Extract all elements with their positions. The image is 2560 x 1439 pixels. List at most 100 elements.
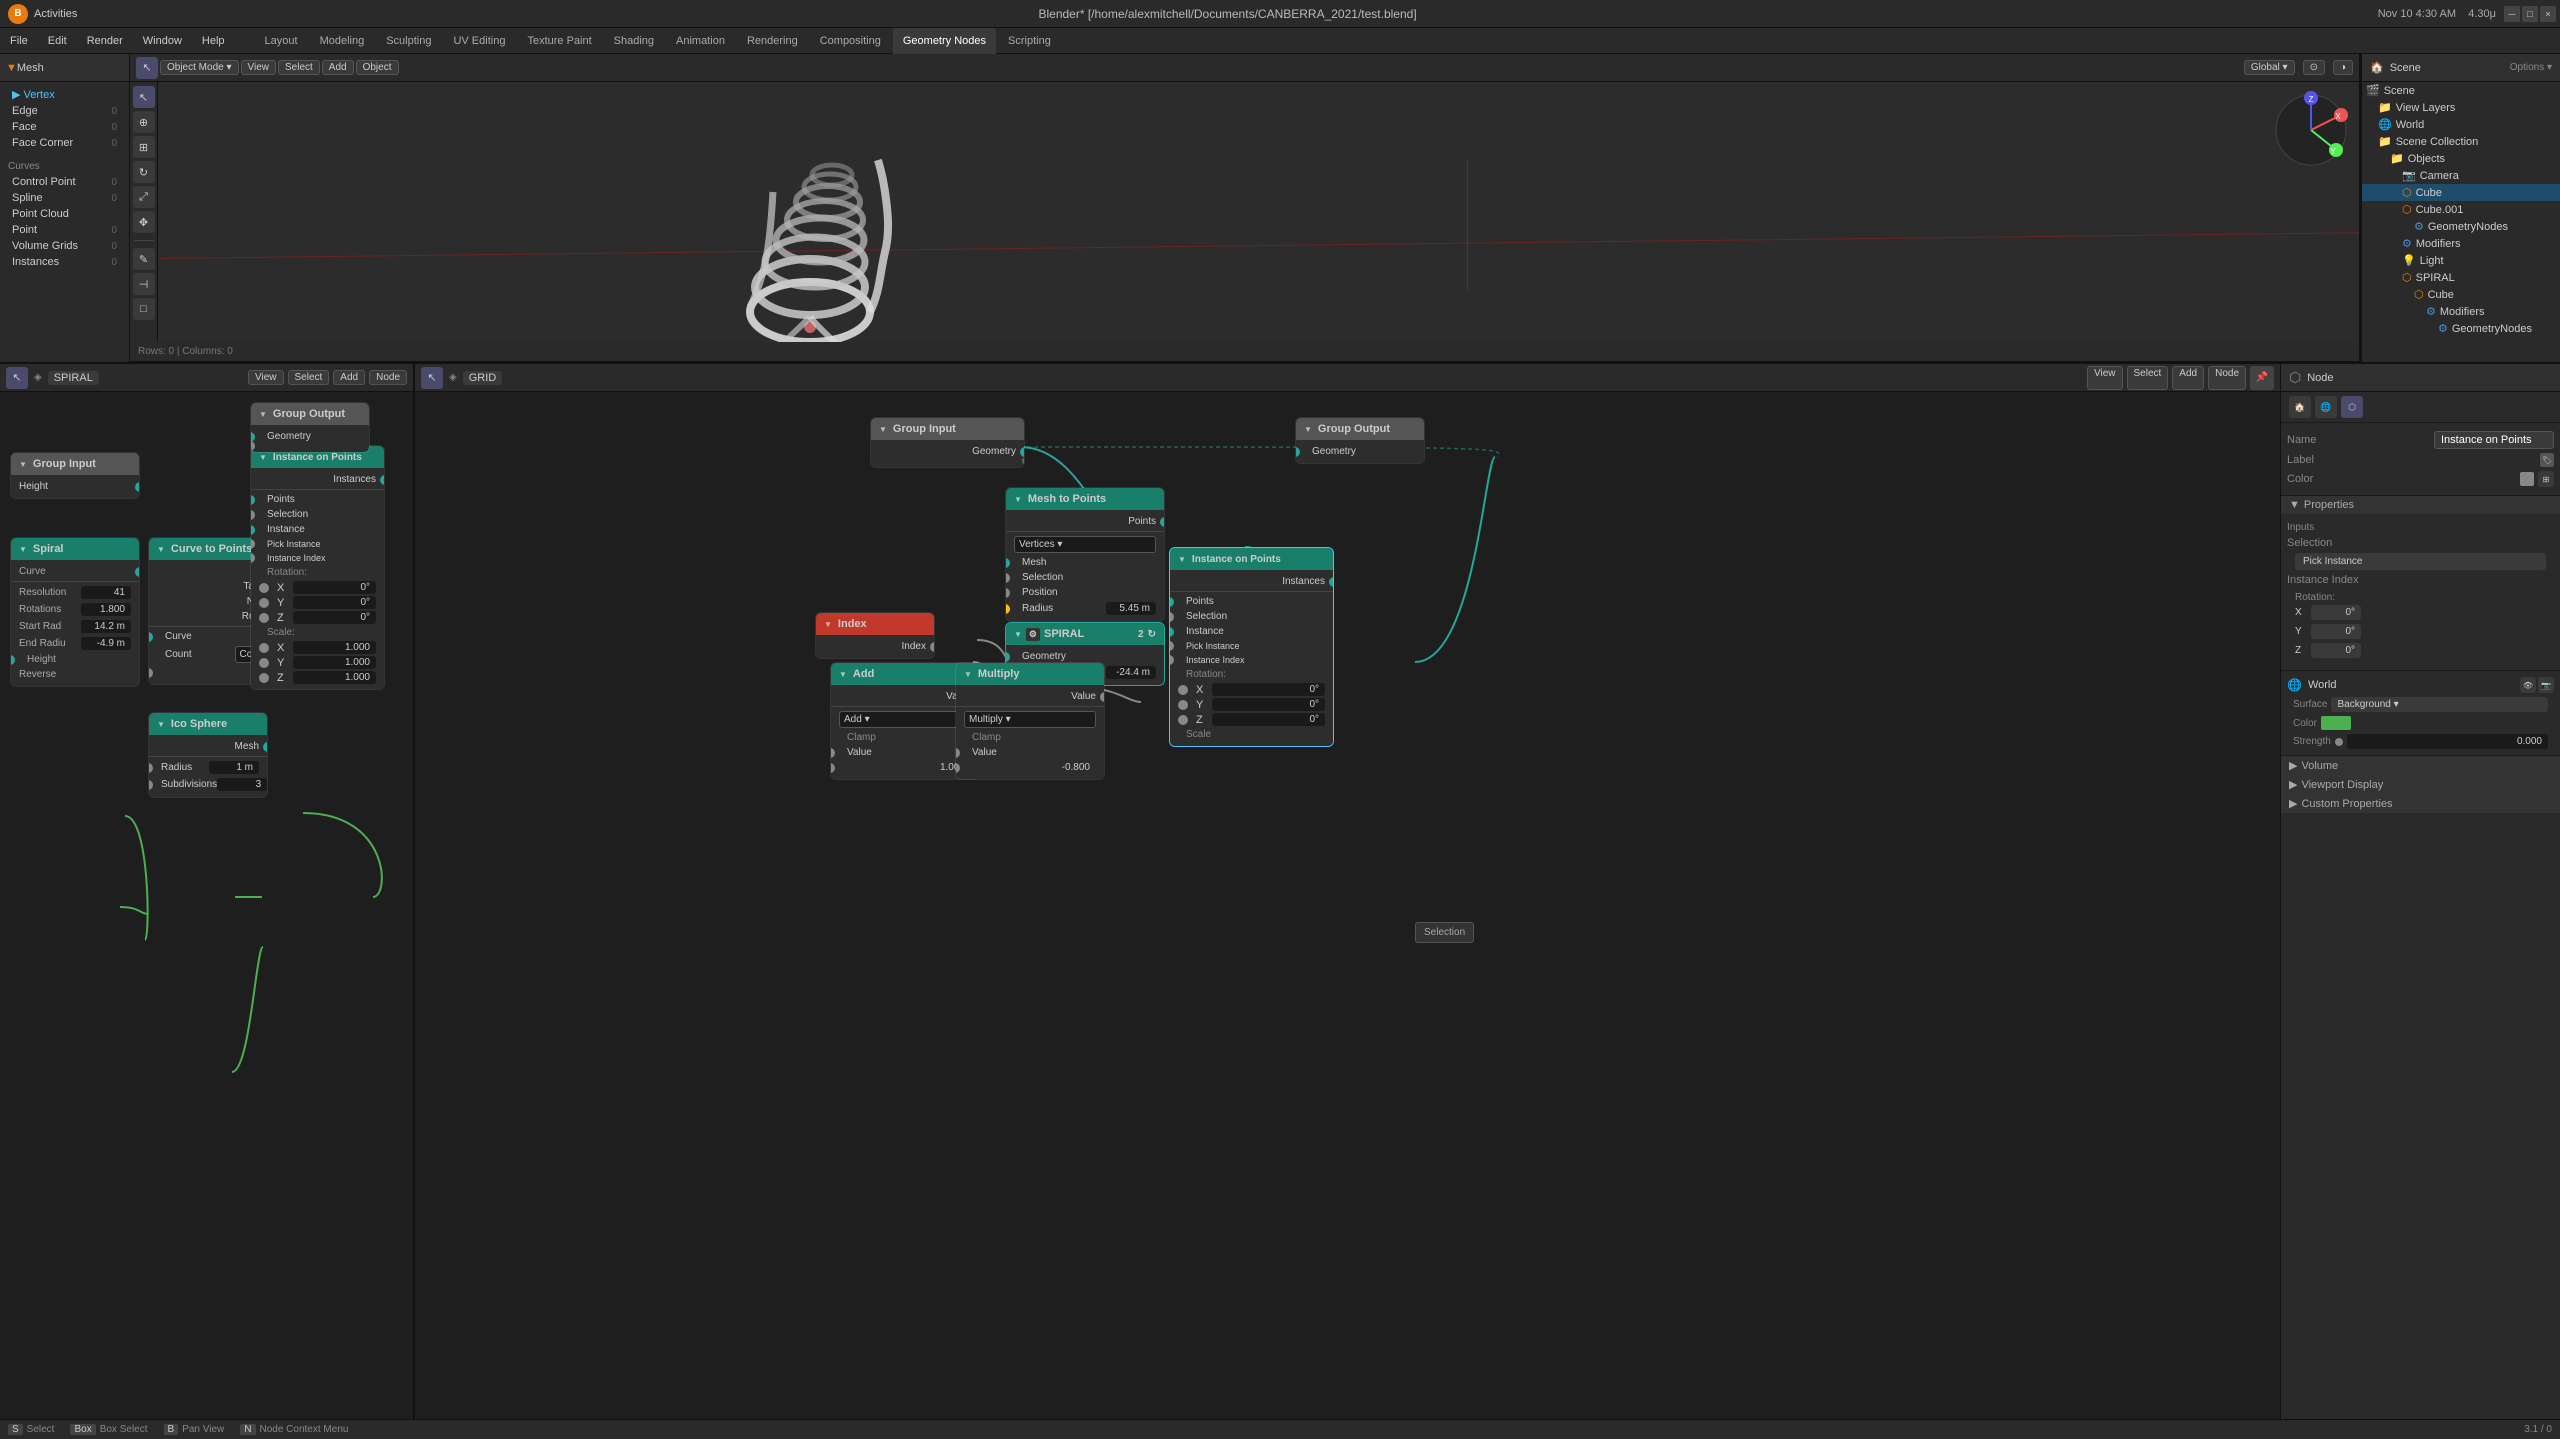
grid-ne-view[interactable]: View: [2087, 366, 2123, 390]
strength-value[interactable]: 0.000: [2347, 734, 2548, 749]
mtp-mode-dropdown[interactable]: Vertices ▾: [1006, 534, 1164, 555]
prop-vertex[interactable]: ▶ Vertex: [4, 86, 125, 103]
menu-window[interactable]: Window: [133, 28, 192, 53]
viewport-shading[interactable]: ◑: [2333, 60, 2353, 75]
tree-scene-collection[interactable]: 📁 Scene Collection: [2362, 133, 2560, 150]
tree-world[interactable]: 🌐 World: [2362, 116, 2560, 133]
ne-view[interactable]: View: [248, 370, 284, 385]
node-name-field[interactable]: [2434, 431, 2554, 449]
tree-spiral[interactable]: ⬡ SPIRAL: [2362, 269, 2560, 286]
world-render-btn[interactable]: 📷: [2538, 677, 2554, 693]
spiral-instance-on-points-node[interactable]: ▼ Instance on Points Instances Points: [250, 445, 385, 690]
viewport-tool-cursor[interactable]: ↖: [136, 57, 158, 79]
tool-measure[interactable]: ⊣: [133, 273, 155, 295]
prop-point-cloud[interactable]: Point Cloud: [4, 206, 125, 222]
prop-instances[interactable]: Instances0: [4, 254, 125, 270]
tool-annotate[interactable]: ✎: [133, 248, 155, 270]
viewport-view[interactable]: View: [241, 60, 277, 75]
grid-editor-select-tool[interactable]: ↖: [421, 367, 443, 389]
tree-cube[interactable]: ⬡ Cube: [2362, 184, 2560, 201]
grid-ne-node[interactable]: Node: [2208, 366, 2246, 390]
window-controls[interactable]: ─ □ ×: [2504, 6, 2560, 22]
viewport-add[interactable]: Add: [322, 60, 354, 75]
tab-uv-editing[interactable]: UV Editing: [443, 28, 515, 54]
viewport-display-header[interactable]: ▶ Viewport Display: [2281, 775, 2560, 794]
ico-sphere-node[interactable]: ▼ Ico Sphere Mesh Radius 1 m: [148, 712, 268, 798]
volume-section-header[interactable]: ▶ Volume: [2281, 756, 2560, 775]
tool-transform[interactable]: ✥: [133, 211, 155, 233]
tab-modeling[interactable]: Modeling: [310, 28, 375, 54]
ne-add[interactable]: Add: [333, 370, 365, 385]
spiral-group-input-node[interactable]: ▼ Group Input Height: [10, 452, 140, 499]
prop-volume-grids[interactable]: Volume Grids0: [4, 238, 125, 254]
viewport-select[interactable]: Select: [278, 60, 320, 75]
tree-modifiers[interactable]: ⚙ Modifiers: [2362, 235, 2560, 252]
menu-edit[interactable]: Edit: [38, 28, 77, 53]
tab-sculpting[interactable]: Sculpting: [376, 28, 441, 54]
prop-spline[interactable]: Spline0: [4, 190, 125, 206]
tool-add-cube[interactable]: □: [133, 298, 155, 320]
tab-animation[interactable]: Animation: [666, 28, 735, 54]
grid-ne-add[interactable]: Add: [2172, 366, 2204, 390]
tree-modifiers-child[interactable]: ⚙ Modifiers: [2362, 303, 2560, 320]
tab-texture-paint[interactable]: Texture Paint: [517, 28, 601, 54]
grid-pin-button[interactable]: 📌: [2250, 366, 2274, 390]
world-eye-btn[interactable]: 👁: [2520, 677, 2536, 693]
tab-scripting[interactable]: Scripting: [998, 28, 1061, 54]
prop-control-point[interactable]: Control Point0: [4, 174, 125, 190]
menu-help[interactable]: Help: [192, 28, 235, 53]
tab-rendering[interactable]: Rendering: [737, 28, 808, 54]
spiral-node[interactable]: ▼ Spiral Curve Resolution 41: [10, 537, 140, 687]
rp-node-btn[interactable]: ⬡: [2341, 396, 2363, 418]
tree-geometry-nodes-1[interactable]: ⚙ GeometryNodes: [2362, 218, 2560, 235]
pick-instance-field[interactable]: Pick Instance: [2295, 553, 2546, 570]
spiral-group-output-node[interactable]: ▼ Group Output Geometry: [250, 402, 370, 453]
tree-cube-child[interactable]: ⬡ Cube: [2362, 286, 2560, 303]
tree-view-layers[interactable]: 📁 View Layers: [2362, 99, 2560, 116]
menu-file[interactable]: File: [0, 28, 38, 53]
tree-scene[interactable]: 🎬 Scene: [2362, 82, 2560, 99]
mul-mode-dropdown[interactable]: Multiply ▾: [956, 709, 1104, 730]
tool-rotate[interactable]: ↻: [133, 161, 155, 183]
rp-scene-btn[interactable]: 🏠: [2289, 396, 2311, 418]
viewport-mode-dropdown[interactable]: Object Mode ▾: [160, 60, 239, 75]
tree-cube-001[interactable]: ⬡ Cube.001: [2362, 201, 2560, 218]
rotation-x-field[interactable]: 0°: [2311, 605, 2361, 620]
tab-compositing[interactable]: Compositing: [810, 28, 891, 54]
tool-scale[interactable]: ⤢: [133, 186, 155, 208]
world-color-swatch[interactable]: [2321, 716, 2351, 730]
rotation-z-field[interactable]: 0°: [2311, 643, 2361, 658]
grid-group-output-node[interactable]: ▼ Group Output Geometry: [1295, 417, 1425, 464]
node-editor-select-tool[interactable]: ↖: [6, 367, 28, 389]
tool-move[interactable]: ⊞: [133, 136, 155, 158]
tab-geometry-nodes[interactable]: Geometry Nodes: [893, 28, 996, 54]
grid-instance-on-points-node[interactable]: ▼ Instance on Points Instances Points: [1169, 547, 1334, 747]
rotation-y-field[interactable]: 0°: [2311, 624, 2361, 639]
mesh-to-points-node[interactable]: ▼ Mesh to Points Points Vertices ▾: [1005, 487, 1165, 622]
prop-edge[interactable]: Edge0: [4, 103, 125, 119]
close-button[interactable]: ×: [2540, 6, 2556, 22]
global-local-toggle[interactable]: Global ▾: [2244, 60, 2295, 75]
nav-gizmo[interactable]: X Y Z: [2271, 90, 2351, 170]
viewport-object[interactable]: Object: [356, 60, 399, 75]
maximize-button[interactable]: □: [2522, 6, 2538, 22]
custom-properties-header[interactable]: ▶ Custom Properties: [2281, 794, 2560, 813]
tool-cursor[interactable]: ⊕: [133, 111, 155, 133]
tree-light[interactable]: 💡 Light: [2362, 252, 2560, 269]
color-grid-btn[interactable]: ⊞: [2538, 471, 2554, 487]
surface-dropdown[interactable]: Background ▾: [2331, 697, 2548, 712]
multiply-node[interactable]: ▼ Multiply Value Multiply ▾ Cla: [955, 662, 1105, 780]
rp-world-btn[interactable]: 🌐: [2315, 396, 2337, 418]
prop-face[interactable]: Face0: [4, 119, 125, 135]
tree-objects[interactable]: 📁 Objects: [2362, 150, 2560, 167]
viewport-overlays[interactable]: ⊙: [2303, 60, 2325, 75]
ne-node[interactable]: Node: [369, 370, 407, 385]
tree-camera[interactable]: 📷 Camera: [2362, 167, 2560, 184]
index-node[interactable]: ▼ Index Index: [815, 612, 935, 659]
tab-layout[interactable]: Layout: [255, 28, 308, 54]
tree-geometry-nodes-2[interactable]: ⚙ GeometryNodes: [2362, 320, 2560, 337]
grid-group-input-node[interactable]: ▼ Group Input Geometry: [870, 417, 1025, 468]
menu-render[interactable]: Render: [77, 28, 133, 53]
prop-point[interactable]: Point0: [4, 222, 125, 238]
properties-section-header[interactable]: ▼ Properties: [2281, 496, 2560, 514]
